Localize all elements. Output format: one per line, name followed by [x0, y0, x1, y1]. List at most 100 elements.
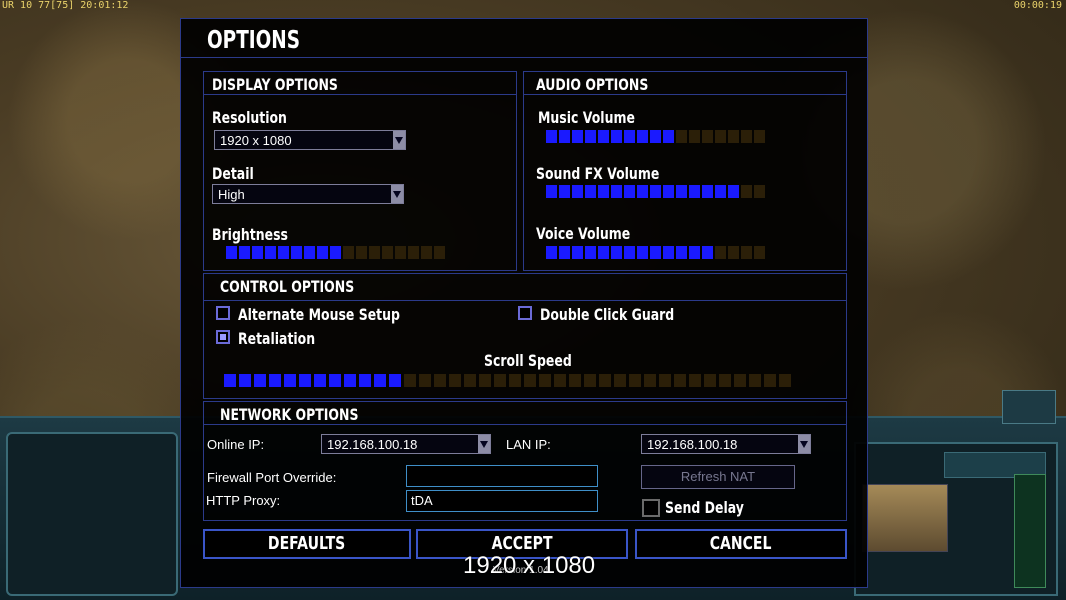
slider-segment[interactable] — [539, 374, 551, 387]
slider-segment[interactable] — [434, 246, 445, 259]
chevron-down-icon[interactable] — [798, 435, 810, 453]
slider-segment[interactable] — [614, 374, 626, 387]
firewall-port-input[interactable] — [406, 465, 598, 487]
defaults-button[interactable]: DEFAULTS — [203, 529, 411, 559]
slider-segment[interactable] — [569, 374, 581, 387]
slider-segment[interactable] — [546, 130, 557, 143]
slider-segment[interactable] — [374, 374, 386, 387]
slider-segment[interactable] — [611, 130, 622, 143]
slider-segment[interactable] — [715, 246, 726, 259]
slider-segment[interactable] — [689, 374, 701, 387]
chevron-down-icon[interactable] — [393, 131, 405, 149]
slider-segment[interactable] — [585, 130, 596, 143]
slider-segment[interactable] — [278, 246, 289, 259]
slider-segment[interactable] — [754, 130, 765, 143]
slider-segment[interactable] — [317, 246, 328, 259]
chevron-down-icon[interactable] — [391, 185, 403, 203]
music-volume-slider[interactable] — [546, 130, 765, 143]
slider-segment[interactable] — [728, 185, 739, 198]
slider-segment[interactable] — [676, 185, 687, 198]
slider-segment[interactable] — [284, 374, 296, 387]
slider-segment[interactable] — [559, 130, 570, 143]
slider-segment[interactable] — [421, 246, 432, 259]
slider-segment[interactable] — [728, 246, 739, 259]
slider-segment[interactable] — [741, 246, 752, 259]
slider-segment[interactable] — [572, 246, 583, 259]
slider-segment[interactable] — [659, 374, 671, 387]
slider-segment[interactable] — [559, 185, 570, 198]
slider-segment[interactable] — [559, 246, 570, 259]
slider-segment[interactable] — [624, 246, 635, 259]
slider-segment[interactable] — [554, 374, 566, 387]
slider-segment[interactable] — [585, 246, 596, 259]
slider-segment[interactable] — [572, 185, 583, 198]
slider-segment[interactable] — [624, 130, 635, 143]
double-click-guard-label[interactable]: Double Click Guard — [540, 305, 674, 324]
slider-segment[interactable] — [382, 246, 393, 259]
slider-segment[interactable] — [494, 374, 506, 387]
slider-segment[interactable] — [524, 374, 536, 387]
slider-segment[interactable] — [585, 185, 596, 198]
slider-segment[interactable] — [624, 185, 635, 198]
slider-segment[interactable] — [704, 374, 716, 387]
slider-segment[interactable] — [330, 246, 341, 259]
slider-segment[interactable] — [254, 374, 266, 387]
slider-segment[interactable] — [741, 130, 752, 143]
alternate-mouse-checkbox[interactable] — [216, 306, 230, 320]
voice-volume-slider[interactable] — [546, 246, 765, 259]
slider-segment[interactable] — [676, 246, 687, 259]
slider-segment[interactable] — [239, 374, 251, 387]
slider-segment[interactable] — [749, 374, 761, 387]
slider-segment[interactable] — [509, 374, 521, 387]
scroll-speed-slider[interactable] — [224, 374, 791, 387]
retaliation-checkbox[interactable] — [216, 330, 230, 344]
slider-segment[interactable] — [395, 246, 406, 259]
slider-segment[interactable] — [754, 185, 765, 198]
slider-segment[interactable] — [546, 246, 557, 259]
brightness-slider[interactable] — [226, 246, 445, 259]
slider-segment[interactable] — [715, 130, 726, 143]
detail-dropdown[interactable]: High — [212, 184, 404, 204]
slider-segment[interactable] — [304, 246, 315, 259]
slider-segment[interactable] — [369, 246, 380, 259]
chevron-down-icon[interactable] — [478, 435, 490, 453]
cancel-button[interactable]: CANCEL — [635, 529, 847, 559]
resolution-dropdown[interactable]: 1920 x 1080 — [214, 130, 406, 150]
slider-segment[interactable] — [404, 374, 416, 387]
slider-segment[interactable] — [644, 374, 656, 387]
slider-segment[interactable] — [389, 374, 401, 387]
slider-segment[interactable] — [434, 374, 446, 387]
slider-segment[interactable] — [702, 185, 713, 198]
slider-segment[interactable] — [359, 374, 371, 387]
slider-segment[interactable] — [637, 185, 648, 198]
slider-segment[interactable] — [734, 374, 746, 387]
slider-segment[interactable] — [572, 130, 583, 143]
slider-segment[interactable] — [637, 246, 648, 259]
retaliation-label[interactable]: Retaliation — [238, 329, 315, 348]
slider-segment[interactable] — [674, 374, 686, 387]
slider-segment[interactable] — [663, 246, 674, 259]
send-delay-label[interactable]: Send Delay — [665, 498, 744, 517]
slider-segment[interactable] — [598, 130, 609, 143]
slider-segment[interactable] — [689, 246, 700, 259]
slider-segment[interactable] — [252, 246, 263, 259]
sfx-volume-slider[interactable] — [546, 185, 765, 198]
slider-segment[interactable] — [650, 185, 661, 198]
slider-segment[interactable] — [329, 374, 341, 387]
selected-unit-icon[interactable] — [1002, 390, 1056, 424]
slider-segment[interactable] — [226, 246, 237, 259]
slider-segment[interactable] — [239, 246, 250, 259]
slider-segment[interactable] — [702, 246, 713, 259]
slider-segment[interactable] — [719, 374, 731, 387]
slider-segment[interactable] — [356, 246, 367, 259]
slider-segment[interactable] — [764, 374, 776, 387]
send-delay-checkbox[interactable] — [642, 499, 660, 517]
slider-segment[interactable] — [584, 374, 596, 387]
slider-segment[interactable] — [269, 374, 281, 387]
slider-segment[interactable] — [663, 130, 674, 143]
slider-segment[interactable] — [754, 246, 765, 259]
slider-segment[interactable] — [629, 374, 641, 387]
refresh-nat-button[interactable]: Refresh NAT — [641, 465, 795, 489]
slider-segment[interactable] — [689, 130, 700, 143]
slider-segment[interactable] — [291, 246, 302, 259]
